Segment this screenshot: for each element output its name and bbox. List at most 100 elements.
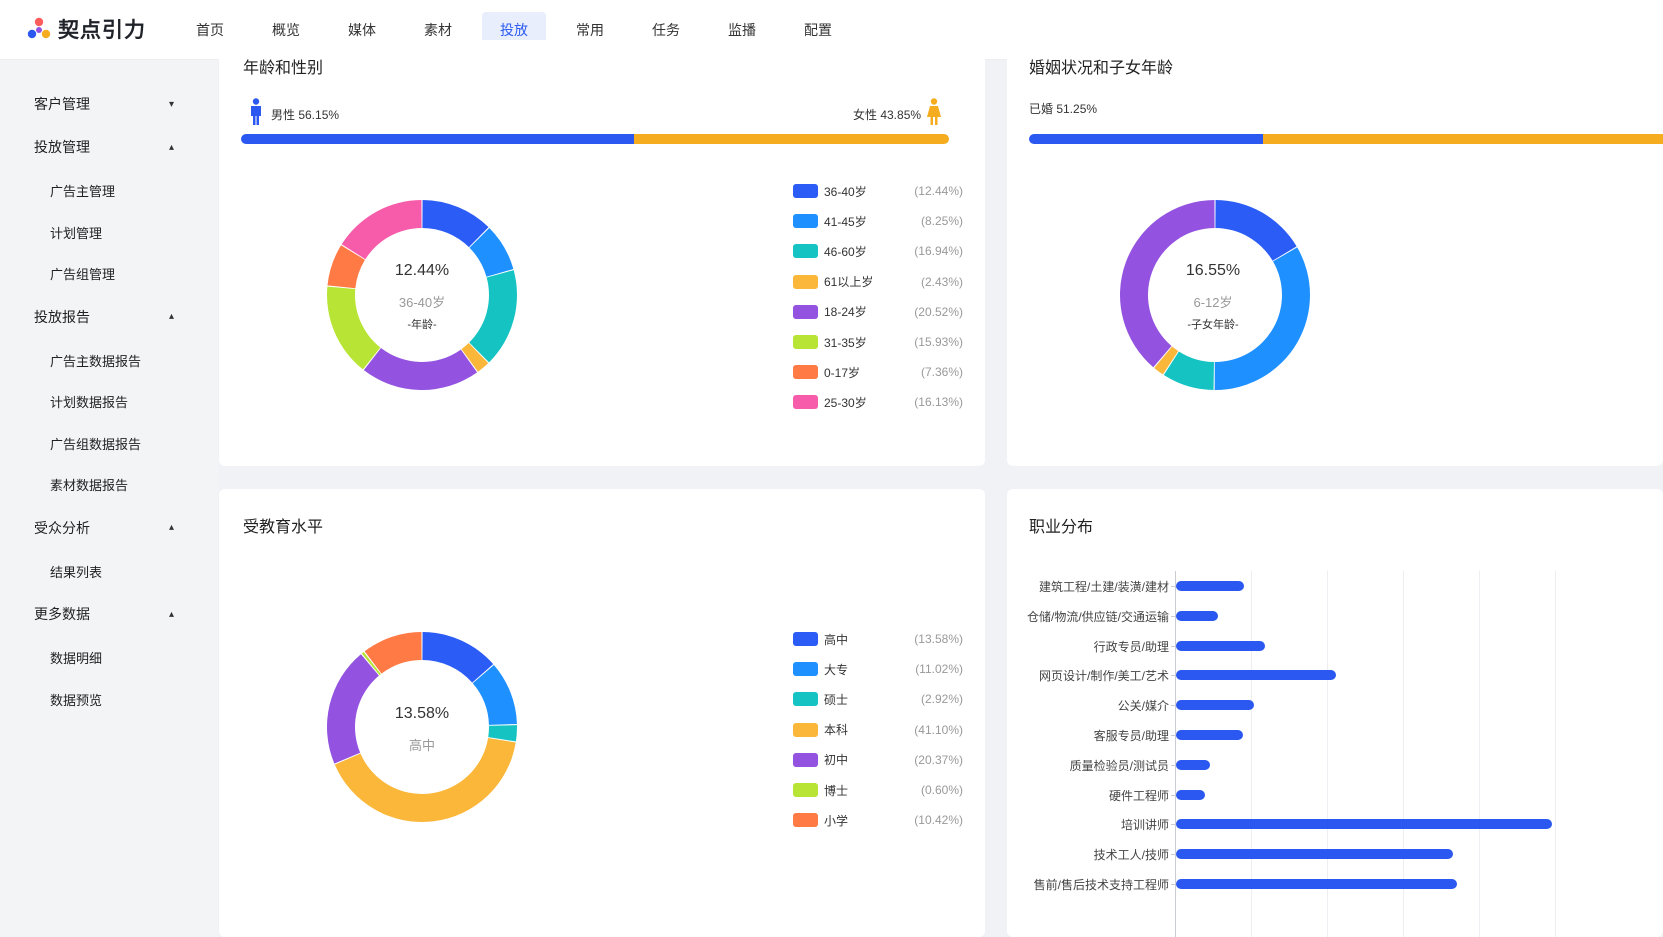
legend-label: 46-60岁 xyxy=(824,244,867,259)
legend-value: (8.25%) xyxy=(920,214,963,229)
legend-label: 本科 xyxy=(824,723,849,738)
donut-slice[interactable] xyxy=(1120,200,1215,368)
gender-ratio-bar xyxy=(241,134,949,144)
legend-label: 0-17岁 xyxy=(824,365,861,380)
legend-value: (10.42%) xyxy=(914,813,963,828)
legend-swatch xyxy=(793,184,818,198)
occupation-bar[interactable] xyxy=(1176,879,1458,889)
donut-slice[interactable] xyxy=(363,347,478,390)
legend-item[interactable]: 61以上岁 (2.43%) xyxy=(793,274,963,290)
donut-slice[interactable] xyxy=(1215,200,1297,261)
sidebar-item[interactable]: 广告主数据报告 xyxy=(50,351,141,370)
occupation-bar[interactable] xyxy=(1176,610,1218,621)
age-gender-card: 年龄和性别 男性 56.15% 女性 43.85% 12.44% 36-40岁 … xyxy=(219,40,985,466)
category-label: 公关/媒介 xyxy=(1117,699,1169,714)
legend-label: 36-40岁 xyxy=(824,184,867,199)
occupation-bar[interactable] xyxy=(1176,640,1265,651)
sidebar-item[interactable]: 计划管理 xyxy=(50,223,102,242)
legend-item[interactable]: 18-24岁 (20.52%) xyxy=(793,304,963,320)
occupation-bar[interactable] xyxy=(1176,819,1553,830)
donut-center-subtitle: -子女年龄- xyxy=(1187,319,1239,331)
legend-item[interactable]: 大专 (11.02%) xyxy=(793,661,963,677)
category-label: 网页设计/制作/美工/艺术 xyxy=(1038,669,1169,684)
male-icon xyxy=(251,98,261,125)
occupation-bar[interactable] xyxy=(1176,700,1255,711)
occupation-bar[interactable] xyxy=(1176,670,1336,681)
legend-swatch xyxy=(793,395,818,410)
sidebar-item[interactable]: 数据明细 xyxy=(50,648,102,667)
sidebar-group-3[interactable]: 受众分析 ▴ xyxy=(34,518,174,538)
legend-swatch xyxy=(793,662,818,677)
card-title: 年龄和性别 xyxy=(243,60,324,77)
donut-slice[interactable] xyxy=(341,200,422,260)
legend-swatch xyxy=(793,335,818,349)
legend-swatch xyxy=(793,632,818,646)
category-label: 建筑工程/土建/装潢/建材 xyxy=(1038,580,1169,594)
legend-value: (15.93%) xyxy=(914,335,963,349)
chevron-down-icon: ▾ xyxy=(168,98,174,110)
axis-tick xyxy=(1171,824,1175,826)
education-donut-chart xyxy=(327,632,517,822)
legend-value: (11.02%) xyxy=(915,662,963,677)
sidebar-item[interactable]: 广告组管理 xyxy=(50,264,115,283)
legend-value: (7.36%) xyxy=(920,365,963,380)
occupation-bar[interactable] xyxy=(1176,759,1211,770)
legend-value: (2.92%) xyxy=(920,692,963,707)
legend-item[interactable]: 硕士 (2.92%) xyxy=(793,691,963,707)
sidebar-group-label: 受众分析 xyxy=(34,519,90,536)
category-label: 客服专员/助理 xyxy=(1093,729,1169,743)
sidebar-item[interactable]: 计划数据报告 xyxy=(50,392,128,411)
education-card: 受教育水平 13.58% 高中 高中 (13.58%) 大专 (11.02%) 硕士 (2… xyxy=(219,489,985,937)
legend-value: (0.60%) xyxy=(920,783,963,797)
legend-swatch xyxy=(793,214,818,229)
category-label: 仓储/物流/供应链/交通运输 xyxy=(1026,609,1169,624)
sidebar-group-0[interactable]: 客户管理 ▾ xyxy=(34,94,174,114)
sidebar-group-1[interactable]: 投放管理 ▴ xyxy=(34,137,174,157)
marital-ratio-bar xyxy=(1029,134,1663,144)
legend-item[interactable]: 初中 (20.37%) xyxy=(793,752,963,768)
occupation-bar[interactable] xyxy=(1176,581,1245,591)
legend-item[interactable]: 25-30岁 (16.13%) xyxy=(793,394,963,410)
sidebar-group-4[interactable]: 更多数据 ▴ xyxy=(34,604,174,624)
axis-tick xyxy=(1171,675,1175,677)
sidebar-item[interactable]: 广告主管理 xyxy=(50,181,115,200)
legend-value: (16.94%) xyxy=(914,244,963,259)
sidebar-group-2[interactable]: 投放报告 ▴ xyxy=(34,307,174,327)
occupation-bar[interactable] xyxy=(1176,789,1205,800)
legend-label: 小学 xyxy=(824,813,849,828)
occupation-bar[interactable] xyxy=(1176,849,1454,860)
card-title: 婚姻状况和子女年龄 xyxy=(1029,60,1174,77)
legend-item[interactable]: 本科 (41.10%) xyxy=(793,722,963,738)
sidebar-item[interactable]: 数据预览 xyxy=(50,690,102,709)
male-share-label: 男性 56.15% xyxy=(271,108,340,122)
chevron-up-icon: ▴ xyxy=(168,141,174,153)
age-legend: 36-40岁 (12.44%) 41-45岁 (8.25%) 46-60岁 (16.94%… xyxy=(793,183,963,423)
legend-value: (2.43%) xyxy=(920,274,963,289)
sidebar-item[interactable]: 素材数据报告 xyxy=(50,475,128,494)
occupation-bar[interactable] xyxy=(1176,730,1243,740)
legend-item[interactable]: 高中 (13.58%) xyxy=(793,631,963,647)
legend-label: 硕士 xyxy=(824,692,849,707)
legend-value: (41.10%) xyxy=(914,722,963,737)
chevron-up-icon: ▴ xyxy=(168,608,174,620)
legend-item[interactable]: 46-60岁 (16.94%) xyxy=(793,243,963,259)
legend-swatch xyxy=(793,274,818,289)
legend-swatch xyxy=(793,783,818,797)
legend-item[interactable]: 31-35岁 (15.93%) xyxy=(793,334,963,350)
legend-label: 大专 xyxy=(824,662,849,677)
sidebar-item[interactable]: 广告组数据报告 xyxy=(50,434,141,453)
legend-item[interactable]: 36-40岁 (12.44%) xyxy=(793,183,963,199)
legend-label: 31-35岁 xyxy=(824,335,867,350)
donut-center-value: 12.44% xyxy=(394,262,450,279)
legend-item[interactable]: 41-45岁 (8.25%) xyxy=(793,213,963,229)
sidebar-group-label: 投放管理 xyxy=(34,139,90,155)
brand-logo[interactable]: 契点引力 xyxy=(26,14,146,44)
sidebar-item[interactable]: 结果列表 xyxy=(50,562,102,581)
legend-item[interactable]: 博士 (0.60%) xyxy=(793,782,963,798)
grid-line xyxy=(1555,571,1556,937)
chevron-up-icon: ▴ xyxy=(168,522,174,533)
logo-icon xyxy=(27,17,51,39)
legend-item[interactable]: 0-17岁 (7.36%) xyxy=(793,364,963,380)
legend-value: (16.13%) xyxy=(914,395,963,410)
legend-item[interactable]: 小学 (10.42%) xyxy=(793,812,963,828)
